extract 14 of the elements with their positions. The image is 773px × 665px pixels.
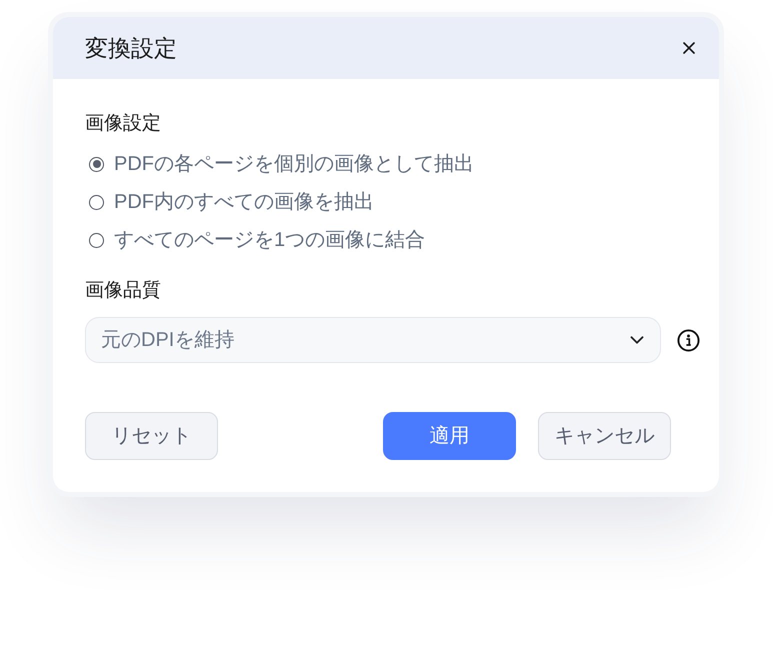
radio-button-icon[interactable]	[89, 232, 104, 248]
radio-button-icon[interactable]	[89, 156, 104, 172]
cancel-button[interactable]: キャンセル	[538, 412, 671, 460]
section-heading: 画像品質	[85, 279, 162, 303]
reset-button[interactable]: リセット	[85, 412, 218, 460]
radio-option[interactable]: PDF内のすべての画像を抽出	[85, 190, 701, 214]
radio-option[interactable]: PDFの各ページを個別の画像として抽出	[85, 152, 701, 176]
radio-button-icon[interactable]	[89, 194, 104, 210]
radio-option[interactable]: すべてのページを1つの画像に結合	[85, 228, 701, 252]
apply-button[interactable]: 適用	[383, 412, 516, 460]
dialog-title: 変換設定	[85, 36, 177, 60]
section-heading: 画像設定	[85, 112, 162, 136]
info-icon[interactable]	[677, 328, 700, 352]
quality-select[interactable]: 元のDPIを維持	[85, 317, 661, 363]
